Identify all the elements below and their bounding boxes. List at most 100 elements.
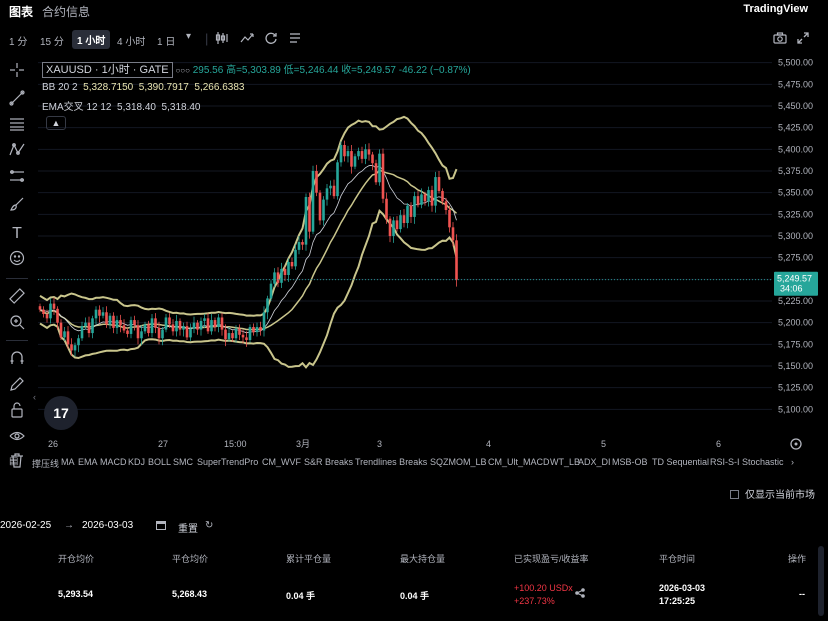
candle-body bbox=[455, 240, 458, 280]
candle-body bbox=[409, 205, 413, 217]
col-close-time: 平仓时间 bbox=[659, 554, 696, 564]
candle-body bbox=[430, 190, 434, 206]
low-value: 低=5,246.44 bbox=[283, 65, 339, 76]
horizontal-lines-icon[interactable] bbox=[7, 116, 27, 136]
price-tick-label: 5,150.00 bbox=[778, 361, 813, 371]
indicator-chip[interactable]: 撑压线 bbox=[32, 457, 59, 470]
candle-body bbox=[150, 318, 154, 334]
indicator-chip[interactable]: SQZMOM_LB bbox=[430, 457, 487, 467]
candle-body bbox=[255, 327, 259, 333]
legend-collapse-button[interactable]: ▲ bbox=[46, 116, 66, 130]
indicator-chip[interactable]: MA bbox=[61, 457, 75, 467]
start-date-input[interactable]: 2026-02-25 bbox=[0, 520, 51, 531]
eye-icon[interactable] bbox=[7, 428, 27, 448]
candle-body bbox=[248, 327, 252, 340]
candle-body bbox=[227, 333, 231, 340]
magnet-icon[interactable] bbox=[7, 350, 27, 370]
candle-body bbox=[143, 324, 147, 332]
pattern-icon[interactable] bbox=[7, 142, 27, 162]
calendar-picker-icon[interactable] bbox=[156, 520, 166, 533]
emoji-icon[interactable] bbox=[7, 250, 27, 270]
col-open-avg: 开仓均价 bbox=[58, 554, 95, 564]
indicator-chip[interactable]: MSB-OB bbox=[612, 457, 648, 467]
price-tick-label: 5,100.00 bbox=[778, 404, 813, 414]
candle-body bbox=[381, 153, 385, 199]
candle-body bbox=[217, 317, 220, 327]
candle-body bbox=[290, 262, 294, 267]
indicator-chip[interactable]: SMC bbox=[173, 457, 193, 467]
price-tick-label: 5,450.00 bbox=[778, 101, 813, 111]
indicator-chip[interactable]: SuperTrendPro bbox=[197, 457, 258, 467]
candle-body bbox=[94, 309, 98, 319]
candle-body bbox=[203, 318, 206, 321]
candle-body bbox=[49, 303, 52, 319]
pencil-lock-icon[interactable] bbox=[7, 376, 27, 396]
bb-legend[interactable]: BB 20 2 5,328.7150 5,390.7917 5,266.6383 bbox=[42, 82, 244, 93]
ema-value-1: 5,318.40 bbox=[117, 102, 156, 113]
candle-body bbox=[231, 333, 234, 339]
tradingview-logo-icon[interactable]: 17 bbox=[44, 396, 78, 430]
indicator-chip[interactable]: CM_Ult_MACD bbox=[488, 457, 550, 467]
date-range: 2026-02-25 → 2026-03-03 重置 ↻ bbox=[0, 516, 828, 536]
candle-body bbox=[192, 322, 196, 329]
candle-body bbox=[322, 199, 325, 221]
candle-body bbox=[420, 194, 423, 205]
ema-value-2: 5,318.40 bbox=[161, 102, 201, 113]
indicator-chip[interactable]: KDJ bbox=[128, 457, 145, 467]
ema-line bbox=[39, 164, 457, 334]
candle-body bbox=[262, 312, 266, 331]
indicator-chip[interactable]: Trendlines Breaks bbox=[355, 457, 427, 467]
trendline-icon[interactable] bbox=[7, 90, 27, 110]
candle-body bbox=[367, 149, 371, 155]
chevron-right-icon[interactable]: › bbox=[791, 457, 794, 467]
bb-basis-line bbox=[39, 169, 457, 331]
candle-body bbox=[108, 315, 112, 325]
candle-body bbox=[175, 320, 178, 332]
checkbox[interactable] bbox=[730, 490, 739, 499]
current-market-filter[interactable]: 仅显示当前市场 bbox=[730, 486, 815, 501]
measure-lines-icon[interactable] bbox=[7, 168, 27, 188]
indicator-chip[interactable]: BOLL bbox=[148, 457, 171, 467]
share-icon[interactable] bbox=[575, 588, 585, 600]
text-tool-icon[interactable]: T bbox=[7, 224, 27, 244]
indicator-chip[interactable]: EMA bbox=[78, 457, 98, 467]
reset-icon[interactable]: ↻ bbox=[205, 520, 213, 531]
ema-legend[interactable]: EMA交叉 12 12 5,318.40 5,318.40 bbox=[42, 98, 200, 113]
price-tick-label: 5,400.00 bbox=[778, 144, 813, 154]
scrollbar[interactable] bbox=[818, 546, 824, 616]
price-tick-label: 5,325.00 bbox=[778, 209, 813, 219]
candle-body bbox=[339, 145, 343, 163]
indicator-chip[interactable]: ADX_DI bbox=[578, 457, 611, 467]
indicator-chip[interactable]: CM_WVF bbox=[262, 457, 301, 467]
reset-button[interactable]: 重置 bbox=[178, 520, 198, 535]
more-options-icon[interactable]: ○○○ bbox=[175, 66, 190, 75]
candle-body bbox=[168, 317, 171, 325]
indicator-chip[interactable]: WT_LB bbox=[550, 457, 580, 467]
crosshair-icon[interactable] bbox=[7, 62, 27, 82]
indicator-chip[interactable]: TD Sequential bbox=[652, 457, 709, 467]
candle-body bbox=[73, 345, 77, 351]
price-tick-label: 5,200.00 bbox=[778, 318, 813, 328]
candle-body bbox=[353, 156, 357, 167]
action-value[interactable]: -- bbox=[799, 589, 805, 599]
indicator-chip[interactable]: MACD bbox=[100, 457, 127, 467]
candle-body bbox=[147, 324, 150, 334]
candle-body bbox=[210, 320, 213, 332]
ruler-icon[interactable] bbox=[7, 288, 27, 308]
brush-icon[interactable] bbox=[7, 196, 27, 216]
symbol-label[interactable]: XAUUSD · 1小时 · GATE bbox=[42, 62, 173, 78]
zoom-in-icon[interactable] bbox=[7, 314, 27, 334]
high-value: 高=5,303.89 bbox=[226, 65, 281, 76]
indicator-chip[interactable]: S&R Breaks bbox=[304, 457, 353, 467]
toolbar-collapse-icon[interactable]: ‹ bbox=[33, 392, 36, 402]
calendar-icon[interactable]: ▤ bbox=[9, 456, 18, 467]
candle-body bbox=[269, 283, 273, 299]
candle-body bbox=[101, 312, 105, 316]
end-date-input[interactable]: 2026-03-03 bbox=[82, 520, 133, 531]
drawing-toolbar: T bbox=[0, 58, 34, 468]
indicator-chip[interactable]: Stochastic bbox=[742, 457, 784, 467]
candle-body bbox=[304, 197, 308, 245]
lock-icon[interactable] bbox=[7, 402, 27, 422]
candle-body bbox=[346, 151, 350, 157]
indicator-chip[interactable]: RSI-S-I bbox=[710, 457, 740, 467]
